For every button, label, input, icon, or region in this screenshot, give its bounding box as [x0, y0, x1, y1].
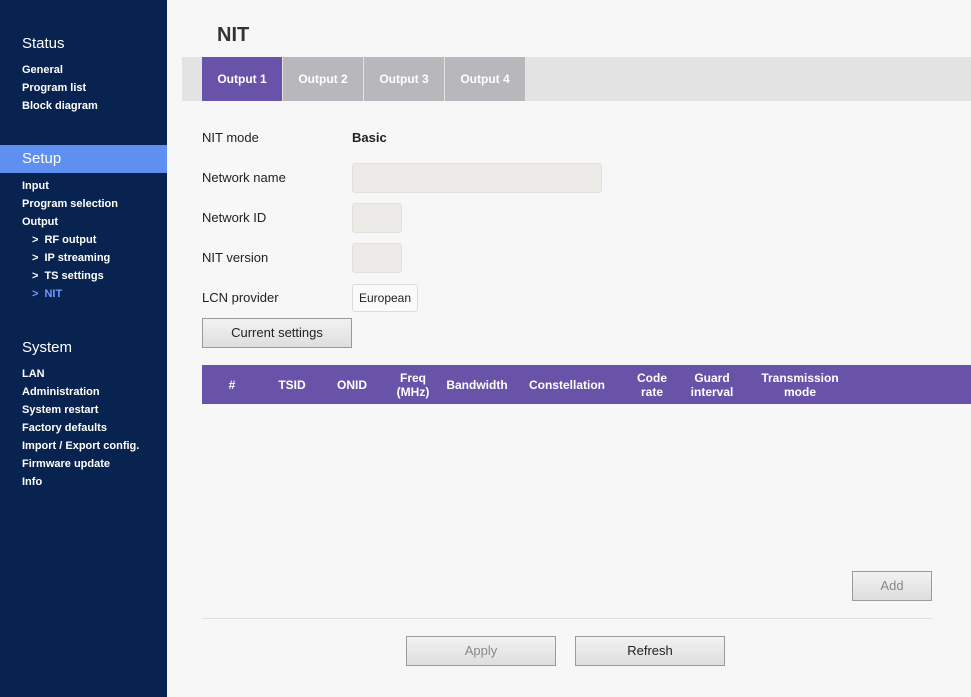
network-name-input[interactable]: [352, 163, 602, 193]
chevron-right-icon: >: [32, 288, 39, 300]
sidebar-subitem-label: TS settings: [44, 270, 104, 282]
nit-mode-value: Basic: [352, 130, 387, 145]
sidebar-subitem-label: NIT: [44, 288, 63, 300]
sidebar-section-setup-label: Setup: [22, 150, 62, 167]
nit-mode-label: NIT mode: [202, 130, 259, 145]
column-header-constellation: Constellation: [528, 377, 605, 392]
lcn-provider-label: LCN provider: [202, 290, 279, 305]
sidebar-item-general[interactable]: General: [22, 64, 63, 76]
table-header: # TSID ONID Freq (MHz) Bandwidth Constel…: [202, 365, 971, 404]
nit-version-label: NIT version: [202, 250, 269, 265]
apply-button[interactable]: Apply: [406, 636, 556, 666]
sidebar: Status General Program list Block diagra…: [0, 0, 167, 697]
sidebar-section-system[interactable]: System: [22, 339, 72, 356]
lcn-provider-select[interactable]: European: [352, 284, 418, 312]
tab-output-1[interactable]: Output 1: [202, 57, 282, 101]
tab-output-4[interactable]: Output 4: [445, 57, 525, 101]
sidebar-item-program-list[interactable]: Program list: [22, 82, 86, 94]
column-header-freq: Freq (MHz): [396, 370, 430, 399]
column-header-transmission-mode: Transmission mode: [761, 370, 839, 399]
sidebar-item-import-export-config[interactable]: Import / Export config.: [22, 440, 139, 452]
column-header-tsid: TSID: [278, 377, 306, 392]
sidebar-section-setup[interactable]: Setup: [0, 145, 167, 173]
network-id-label: Network ID: [202, 210, 267, 225]
current-settings-button[interactable]: Current settings: [202, 318, 352, 348]
sidebar-item-system-restart[interactable]: System restart: [22, 404, 98, 416]
add-button[interactable]: Add: [852, 571, 932, 601]
refresh-button[interactable]: Refresh: [575, 636, 725, 666]
column-header-bandwidth: Bandwidth: [446, 377, 508, 392]
sidebar-item-block-diagram[interactable]: Block diagram: [22, 100, 98, 112]
sidebar-item-program-selection[interactable]: Program selection: [22, 198, 118, 210]
sidebar-subitem-label: IP streaming: [44, 252, 111, 264]
tab-output-2[interactable]: Output 2: [283, 57, 363, 101]
sidebar-subitem-ip-streaming[interactable]: > IP streaming: [32, 252, 110, 264]
page-title: NIT: [217, 24, 250, 46]
sidebar-item-lan[interactable]: LAN: [22, 368, 45, 380]
chevron-right-icon: >: [32, 252, 39, 264]
column-header-onid: ONID: [337, 377, 367, 392]
sidebar-item-output[interactable]: Output: [22, 216, 58, 228]
sidebar-item-info[interactable]: Info: [22, 476, 42, 488]
network-name-label: Network name: [202, 170, 286, 185]
network-id-input[interactable]: [352, 203, 402, 233]
tab-output-3[interactable]: Output 3: [364, 57, 444, 101]
column-header-number: #: [228, 377, 236, 392]
sidebar-item-administration[interactable]: Administration: [22, 386, 100, 398]
divider: [202, 618, 932, 619]
sidebar-subitem-rf-output[interactable]: > RF output: [32, 234, 96, 246]
sidebar-item-input[interactable]: Input: [22, 180, 49, 192]
sidebar-item-firmware-update[interactable]: Firmware update: [22, 458, 110, 470]
sidebar-subitem-nit[interactable]: > NIT: [32, 288, 62, 300]
output-tab-bar: Output 1 Output 2 Output 3 Output 4: [182, 57, 971, 101]
sidebar-section-status[interactable]: Status: [22, 35, 65, 52]
chevron-right-icon: >: [32, 234, 39, 246]
nit-version-input[interactable]: [352, 243, 402, 273]
column-header-code-rate: Code rate: [637, 370, 667, 399]
chevron-right-icon: >: [32, 270, 39, 282]
column-header-guard-interval: Guard interval: [690, 370, 734, 399]
sidebar-item-factory-defaults[interactable]: Factory defaults: [22, 422, 107, 434]
sidebar-subitem-ts-settings[interactable]: > TS settings: [32, 270, 104, 282]
sidebar-subitem-label: RF output: [44, 234, 97, 246]
